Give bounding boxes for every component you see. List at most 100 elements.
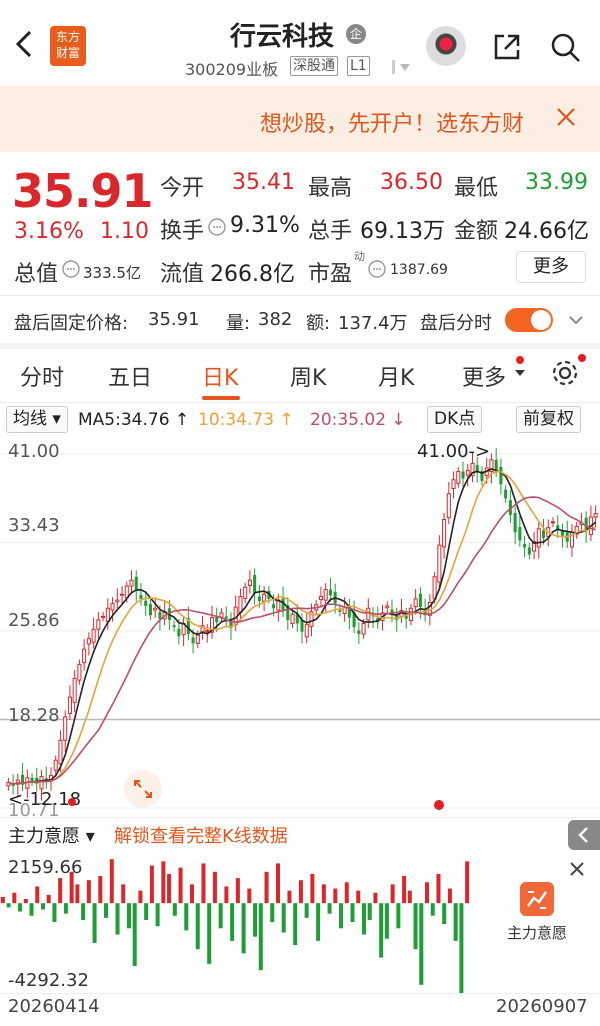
candle xyxy=(465,469,470,476)
histogram-bar xyxy=(224,886,229,904)
histogram-bar xyxy=(218,903,223,929)
candle xyxy=(67,696,72,714)
candle xyxy=(205,629,210,632)
candle xyxy=(72,677,77,703)
histogram-bar xyxy=(304,903,309,918)
histogram-bar xyxy=(241,903,246,954)
after-hours-price-label: 盘后固定价格: xyxy=(14,313,129,334)
candle xyxy=(257,596,261,602)
open-label: 今开 xyxy=(160,176,205,201)
candle xyxy=(418,593,422,608)
candle xyxy=(323,589,328,601)
histogram-bar xyxy=(115,903,120,935)
histogram-bar xyxy=(12,892,17,904)
ma-select[interactable]: 均线 ▾ xyxy=(6,406,68,433)
dk-point-select[interactable]: DK点 xyxy=(427,406,483,433)
event-marker-dot[interactable] xyxy=(68,798,76,806)
after-hours-vol-label: 量: xyxy=(226,313,251,334)
tab-timeshare[interactable]: 分时 xyxy=(20,360,64,392)
histogram-bar xyxy=(0,896,5,904)
candle xyxy=(357,630,361,634)
close-icon[interactable] xyxy=(554,105,578,129)
candle xyxy=(115,599,120,603)
candle xyxy=(30,777,34,782)
divider xyxy=(0,295,600,296)
histogram-bar xyxy=(379,903,384,958)
candle xyxy=(494,459,498,471)
caret-down-icon[interactable] xyxy=(514,368,526,378)
histogram-bar xyxy=(63,903,68,914)
histogram-bar xyxy=(327,903,332,914)
histogram-bar xyxy=(333,888,338,904)
candle xyxy=(82,648,87,664)
candle xyxy=(461,471,465,479)
histogram-bar xyxy=(390,884,395,904)
back-arrow-icon[interactable] xyxy=(10,22,40,66)
candle xyxy=(96,619,101,630)
stock-detail-screen: 东方 财富 行云科技 企 300209业板 深股通 L1 想炒股，先开户！选东方财… xyxy=(0,0,600,1026)
kline-chart[interactable] xyxy=(0,436,600,816)
fullscreen-button[interactable] xyxy=(124,770,162,808)
dropdown-arrow-icon[interactable] xyxy=(392,60,414,74)
close-icon[interactable] xyxy=(568,860,586,878)
tab-monthly-k[interactable]: 月K xyxy=(378,360,414,392)
divider xyxy=(0,817,600,818)
avatar[interactable] xyxy=(426,26,466,66)
histogram-bar xyxy=(459,903,464,993)
y-tick: 18.28 xyxy=(8,705,60,726)
info-icon[interactable] xyxy=(368,260,386,278)
adjustment-select[interactable]: 前复权 xyxy=(516,406,581,433)
collapse-panel-button[interactable] xyxy=(568,820,600,850)
histogram-bar xyxy=(453,903,458,941)
histogram-bar xyxy=(126,903,131,929)
tab-daily-k[interactable]: 日K xyxy=(202,360,238,392)
divider xyxy=(0,993,600,994)
chevron-down-icon[interactable] xyxy=(566,310,586,330)
histogram-bar xyxy=(430,903,435,916)
histogram-bar xyxy=(339,903,344,929)
promo-text[interactable]: 想炒股，先开户！选东方财 xyxy=(260,106,524,138)
tab-weekly-k[interactable]: 周K xyxy=(290,360,326,392)
histogram-bar xyxy=(58,878,63,904)
candle xyxy=(504,489,508,499)
histogram-bar xyxy=(384,903,389,939)
after-hours-toggle[interactable] xyxy=(505,308,553,332)
histogram-bar xyxy=(281,903,286,933)
sub-indicator-select[interactable]: 主力意愿 ▾ xyxy=(8,822,95,848)
histogram-bar xyxy=(350,903,355,923)
tab-five-day[interactable]: 五日 xyxy=(108,360,152,392)
histogram-bar xyxy=(149,865,154,904)
main-force-button[interactable]: 主力意愿 xyxy=(500,882,574,962)
histogram-bar xyxy=(121,884,126,904)
amount-value: 24.66亿 xyxy=(504,219,589,244)
more-button[interactable]: 更多 xyxy=(516,251,586,283)
histogram-bar xyxy=(230,903,235,941)
event-marker-dot[interactable] xyxy=(434,800,444,810)
candle xyxy=(219,612,224,618)
histogram-bar xyxy=(23,899,28,904)
histogram-bar xyxy=(413,903,418,950)
info-icon[interactable] xyxy=(62,260,80,278)
candle xyxy=(527,547,531,555)
turnover-value: 9.31% xyxy=(230,213,300,238)
candle xyxy=(53,759,58,771)
unlock-kline-link[interactable]: 解锁查看完整K线数据 xyxy=(114,822,288,848)
share-icon[interactable] xyxy=(490,30,524,64)
change-percent: 3.16% xyxy=(14,219,84,244)
histogram-bar xyxy=(75,884,80,904)
histogram-bar xyxy=(40,903,45,910)
tab-more[interactable]: 更多 xyxy=(462,360,506,392)
search-icon[interactable] xyxy=(548,30,582,64)
histogram-bar xyxy=(98,875,103,904)
y-tick: 33.43 xyxy=(8,515,60,536)
candle xyxy=(523,543,527,548)
gear-icon[interactable] xyxy=(550,358,580,388)
histogram-bar xyxy=(190,884,195,904)
histogram-bar xyxy=(275,863,280,904)
chevron-left-icon xyxy=(578,827,588,843)
candle xyxy=(238,596,243,613)
info-icon[interactable] xyxy=(208,218,226,236)
candle xyxy=(272,604,276,609)
low-value: 33.99 xyxy=(525,170,588,195)
histogram-bar xyxy=(298,880,303,904)
